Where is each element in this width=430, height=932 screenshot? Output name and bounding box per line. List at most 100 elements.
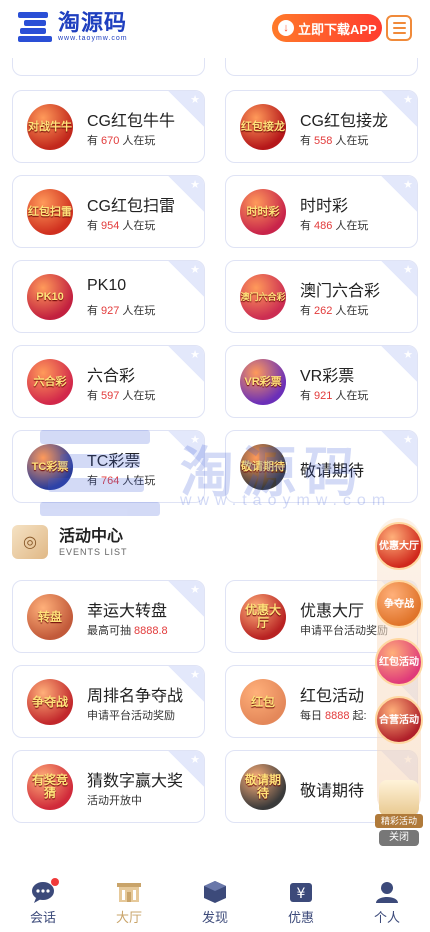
events-section-heading: ◎ 活动中心 EVENTS LIST <box>12 522 128 562</box>
player-count-value: 927 <box>101 305 120 317</box>
player-count: 有 262 人在玩 <box>300 302 368 318</box>
player-count-value: 921 <box>314 390 333 402</box>
download-icon: ↓ <box>278 20 294 36</box>
game-icon: 敬请期待 <box>240 444 286 490</box>
event-desc: 申请平台活动奖励 <box>87 707 175 723</box>
game-name: 六合彩 <box>87 368 136 385</box>
player-count-prefix: 有 <box>300 135 311 147</box>
event-icon: 争夺战 <box>27 679 73 725</box>
favorite-star-icon[interactable] <box>168 581 204 617</box>
game-card[interactable]: PK10 PK10 有927人在玩 <box>12 260 205 333</box>
player-count: 有 764 人在玩 <box>87 472 155 488</box>
event-name: 猜数字赢大奖 <box>87 773 184 790</box>
game-card-partial[interactable] <box>225 58 418 76</box>
player-count: 有 558 人在玩 <box>300 132 368 148</box>
gift-box-icon[interactable] <box>379 780 419 816</box>
event-desc: 最高可抽 8888.8 <box>87 622 171 638</box>
game-card[interactable]: 对战牛牛 CG红包牛牛有670人在玩 <box>12 90 205 163</box>
nav-item-user[interactable]: 个人 <box>344 872 430 932</box>
player-count-suffix: 人在玩 <box>335 305 369 317</box>
events-badge-icon: ◎ <box>12 525 48 559</box>
chat-icon <box>30 878 59 904</box>
favorite-star-icon[interactable] <box>168 431 204 467</box>
player-count-prefix: 有 <box>87 220 98 232</box>
site-logo[interactable]: 淘源码 www.taoymw.com <box>18 10 128 42</box>
favorite-star-icon[interactable] <box>381 261 417 297</box>
event-icon: 优惠大厅 <box>240 594 286 640</box>
event-name: 红包活动 <box>300 688 365 705</box>
game-card[interactable]: 时时彩时时彩有486人在玩 <box>225 175 418 248</box>
game-card[interactable]: 红包接龙 CG红包接龙有558人在玩 <box>225 90 418 163</box>
events-title: 活动中心 <box>59 528 124 545</box>
floating-promo-item[interactable]: 争夺战 <box>375 580 423 628</box>
game-name: 澳门六合彩 <box>300 283 381 300</box>
favorite-star-icon[interactable] <box>381 346 417 382</box>
player-count-suffix: 人在玩 <box>335 220 369 232</box>
featured-events-label[interactable]: 精彩活动 <box>375 814 423 828</box>
game-name: PK10 <box>87 277 127 294</box>
event-desc-text: 最高可抽 <box>87 625 131 637</box>
player-count-value: 262 <box>314 305 333 317</box>
favorite-star-icon[interactable] <box>381 431 417 467</box>
game-icon: PK10 <box>27 274 73 320</box>
game-card[interactable]: VR彩票 VR彩票有921人在玩 <box>225 345 418 418</box>
player-count-prefix: 有 <box>300 220 311 232</box>
floating-promo-item[interactable]: 红包活动 <box>375 638 423 686</box>
game-name: 敬请期待 <box>300 463 365 480</box>
download-app-button[interactable]: ↓ 立即下载APP <box>272 14 382 42</box>
player-count-value: 954 <box>101 220 120 232</box>
user-icon <box>374 880 400 904</box>
player-count-prefix: 有 <box>87 135 98 147</box>
menu-button[interactable] <box>386 15 412 41</box>
player-count-suffix: 人在玩 <box>122 135 156 147</box>
event-desc-text: 每日 <box>300 710 322 722</box>
player-count-suffix: 人在玩 <box>335 135 369 147</box>
game-icon: 六合彩 <box>27 359 73 405</box>
favorite-star-icon[interactable] <box>168 261 204 297</box>
nav-label: 发现 <box>201 910 228 925</box>
game-icon: 澳门六合彩 <box>240 274 286 320</box>
svg-text:¥: ¥ <box>297 886 306 902</box>
event-card[interactable]: 争夺战周排名争夺战申请平台活动奖励 <box>12 665 205 738</box>
event-icon: 转盘 <box>27 594 73 640</box>
game-card[interactable]: 六合彩六合彩有597人在玩 <box>12 345 205 418</box>
game-name: VR彩票 <box>300 368 355 385</box>
game-card[interactable]: 红包扫雷 CG红包扫雷有954人在玩 <box>12 175 205 248</box>
nav-item-promo[interactable]: ¥ 优惠 <box>258 872 344 932</box>
game-card[interactable]: TC彩票 TC彩票有764人在玩 <box>12 430 205 503</box>
discover-icon <box>202 880 228 904</box>
favorite-star-icon[interactable] <box>381 176 417 212</box>
close-promo-button[interactable]: 关闭 <box>379 830 419 846</box>
bottom-nav: 会话 大厅 发现 ¥ 优惠 个人 <box>0 872 430 932</box>
floating-promo-item[interactable]: 合营活动 <box>375 696 423 744</box>
event-desc-value: 8888 <box>325 710 350 722</box>
game-card[interactable]: 澳门六合彩澳门六合彩有262人在玩 <box>225 260 418 333</box>
game-card[interactable]: 敬请期待敬请期待 <box>225 430 418 503</box>
nav-item-chat[interactable]: 会话 <box>0 872 86 932</box>
player-count-value: 597 <box>101 390 120 402</box>
game-icon: TC彩票 <box>27 444 73 490</box>
player-count-suffix: 人在玩 <box>335 390 369 402</box>
event-icon: 有奖竞猜 <box>27 764 73 810</box>
nav-label: 优惠 <box>287 910 314 925</box>
player-count-suffix: 人在玩 <box>122 390 156 402</box>
player-count-value: 670 <box>101 135 120 147</box>
nav-item-discover[interactable]: 发现 <box>172 872 258 932</box>
nav-item-hall[interactable]: 大厅 <box>86 872 172 932</box>
game-card-partial[interactable] <box>12 58 205 76</box>
top-header: 淘源码 www.taoymw.com ↓ 立即下载APP <box>0 0 430 58</box>
game-icon: 对战牛牛 <box>27 104 73 150</box>
player-count-value: 486 <box>314 220 333 232</box>
player-count-prefix: 有 <box>300 305 311 317</box>
nav-label: 大厅 <box>115 910 142 925</box>
player-count-prefix: 有 <box>87 390 98 402</box>
floating-promo-item[interactable]: 优惠大厅 <box>375 522 423 570</box>
player-count-suffix: 人在玩 <box>122 220 156 232</box>
player-count-value: 764 <box>101 475 120 487</box>
download-app-label: 立即下载APP <box>298 21 377 37</box>
favorite-star-icon[interactable] <box>168 346 204 382</box>
game-name: CG红包扫雷 <box>87 198 176 215</box>
player-count-prefix: 有 <box>87 305 98 317</box>
event-card[interactable]: 有奖竞猜猜数字赢大奖活动开放中 <box>12 750 205 823</box>
event-card[interactable]: 转盘幸运大转盘最高可抽8888.8 <box>12 580 205 653</box>
